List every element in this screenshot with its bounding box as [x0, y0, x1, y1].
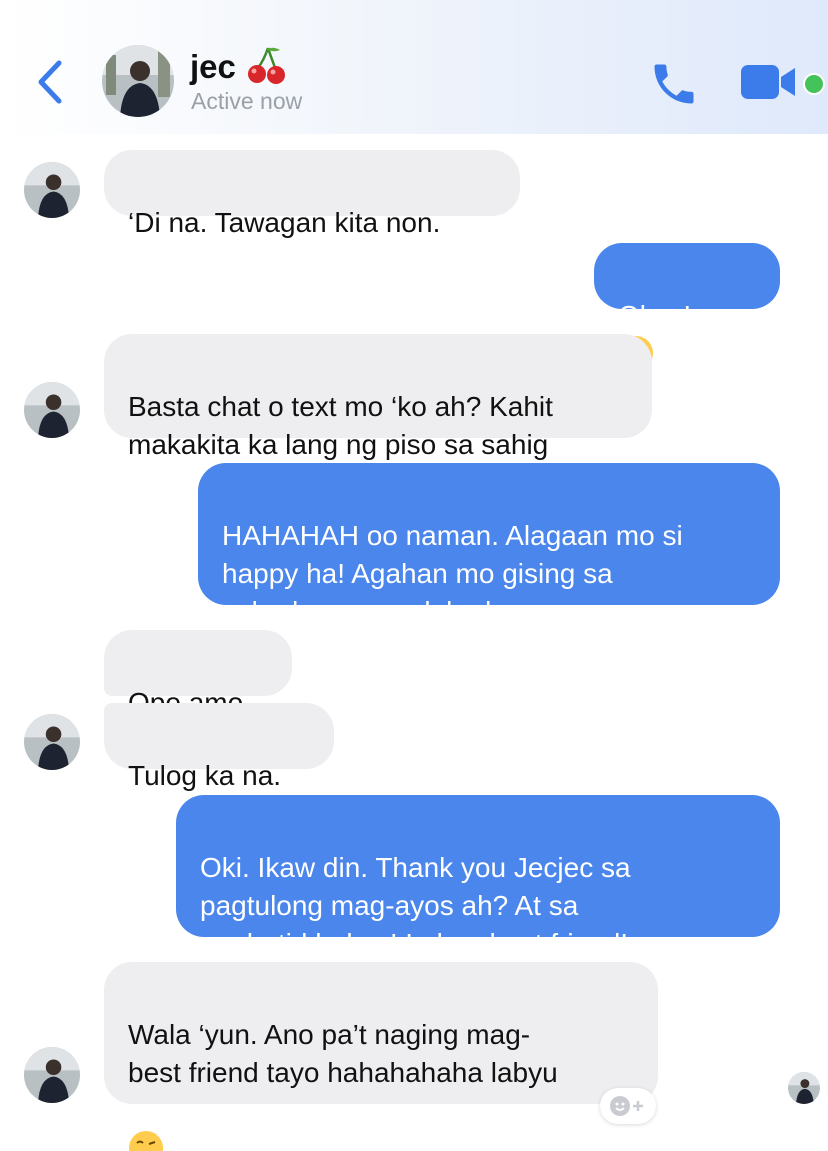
message-text: HAHAHAH oo naman. Alagaan mo si happy ha…: [222, 520, 683, 627]
contact-avatar[interactable]: [102, 45, 174, 117]
contact-name: jec: [190, 48, 236, 85]
message-bubble-incoming[interactable]: ‘Di na. Tawagan kita non.: [104, 150, 520, 238]
active-status: Active now: [191, 88, 303, 114]
message-text: Okay!: [618, 300, 692, 331]
video-camera-icon: [741, 65, 795, 99]
phone-icon: [654, 64, 694, 104]
face-blowing-kiss-emoji: [129, 1131, 163, 1151]
contact-avatar-small[interactable]: [24, 382, 80, 438]
contact-avatar-small[interactable]: [24, 714, 80, 770]
message-bubble-incoming[interactable]: Tulog ka na.: [104, 703, 334, 791]
message-bubble-outgoing[interactable]: Okay!: [594, 243, 780, 370]
back-button[interactable]: [30, 56, 70, 108]
message-text: Tulog ka na.: [128, 760, 282, 791]
cherry-icon: [248, 47, 285, 84]
online-indicator: [803, 73, 825, 95]
message-bubble-outgoing[interactable]: HAHAHAH oo naman. Alagaan mo si happy ha…: [198, 463, 780, 627]
message-bubble-incoming[interactable]: Wala ‘yun. Ano pa’t naging mag- best fri…: [104, 962, 658, 1151]
chevron-left-icon: [38, 60, 62, 104]
chat-header: jec Active now: [0, 0, 828, 134]
voice-call-button[interactable]: [648, 58, 700, 110]
seen-indicator-avatar: [788, 1072, 820, 1104]
message-bubble-outgoing[interactable]: Oki. Ikaw din. Thank you Jecjec sa pagtu…: [176, 795, 780, 998]
chat-screen: jec Active now ‘Di na. Tawagan kita non.…: [0, 0, 828, 1151]
contact-avatar-small[interactable]: [24, 162, 80, 218]
contact-avatar-small[interactable]: [24, 1047, 80, 1103]
video-call-button[interactable]: [741, 63, 797, 101]
message-text: Basta chat o text mo ‘ko ah? Kahit makak…: [128, 391, 553, 460]
message-bubble-incoming[interactable]: Basta chat o text mo ‘ko ah? Kahit makak…: [104, 334, 652, 460]
message-text: Wala ‘yun. Ano pa’t naging mag- best fri…: [128, 1019, 558, 1088]
add-reaction-button[interactable]: [600, 1088, 656, 1124]
add-reaction-icon: [610, 1096, 643, 1116]
message-text: Oki. Ikaw din. Thank you Jecjec sa pagtu…: [200, 852, 631, 959]
message-text: ‘Di na. Tawagan kita non.: [128, 207, 441, 238]
message-bubble-incoming[interactable]: Opo amo.: [104, 630, 292, 718]
